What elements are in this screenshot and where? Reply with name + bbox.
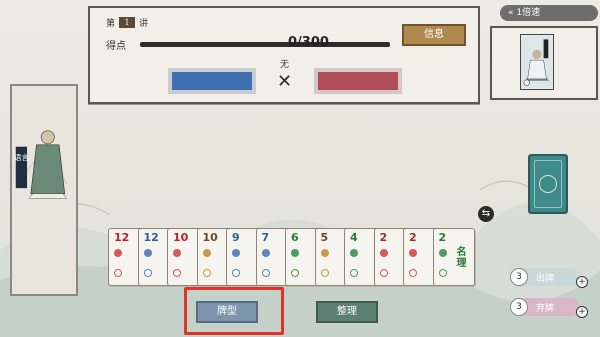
player-name-label: 语言 — [14, 152, 30, 162]
round-indicator: 第 1 讲 — [106, 16, 148, 29]
card-suit-icon — [202, 269, 211, 277]
card-suit-icon — [409, 249, 417, 257]
card-suit-icon — [202, 249, 211, 257]
card-number: 10 — [202, 231, 218, 244]
draw-deck[interactable] — [528, 154, 568, 214]
deck-back-icon — [534, 160, 562, 208]
card-suit-icon — [438, 249, 447, 257]
score-label: 得点 — [106, 41, 126, 52]
hand-card[interactable]: 2 名理 — [432, 228, 475, 286]
discard-count-button[interactable]: 3 弃牌 + — [510, 298, 588, 318]
opponent-panel — [490, 26, 598, 100]
card-suit-icon — [261, 269, 270, 277]
card-number: 2 — [379, 231, 388, 244]
chips-box — [168, 68, 256, 94]
card-suit-icon — [379, 249, 388, 257]
player-character[interactable]: 语言 — [10, 84, 78, 296]
card-number: 2 — [438, 231, 447, 244]
score-progress-bar — [140, 42, 390, 47]
card-suit-icon — [291, 269, 299, 277]
card-suit-icon — [350, 249, 358, 257]
round-prefix: 第 — [106, 19, 116, 29]
combo-none-label: 无 — [280, 60, 290, 70]
card-suit-icon — [261, 249, 270, 257]
round-suffix: 讲 — [139, 19, 149, 29]
card-suit-icon — [350, 269, 358, 277]
card-number: 12 — [143, 231, 159, 244]
card-name: 名理 — [456, 247, 467, 269]
card-number: 4 — [350, 231, 358, 244]
multiply-icon: ✕ — [277, 71, 293, 92]
card-suit-icon — [232, 269, 240, 277]
card-suit-icon — [409, 269, 417, 277]
discard-count: 3 — [510, 298, 528, 316]
speed-toggle[interactable]: « 1倍速 — [500, 5, 598, 21]
card-number: 6 — [291, 231, 299, 244]
add-play-icon[interactable]: + — [576, 276, 588, 288]
add-discard-icon[interactable]: + — [576, 306, 588, 318]
card-suit-icon — [173, 269, 181, 277]
card-suit-icon — [291, 249, 299, 257]
card-number: 9 — [232, 231, 240, 244]
multiplier-box — [314, 68, 402, 94]
card-suit-icon — [232, 249, 240, 257]
card-number: 10 — [173, 231, 189, 244]
info-button[interactable]: 信息 — [402, 24, 466, 46]
play-count-button[interactable]: 3 出牌 + — [510, 268, 588, 288]
hand-type-button[interactable]: 牌型 — [196, 301, 258, 323]
card-number: 2 — [409, 231, 417, 244]
chevron-icon: « — [508, 8, 514, 18]
card-number: 12 — [114, 231, 130, 244]
sort-button[interactable]: 整理 — [316, 301, 378, 323]
card-suit-icon — [114, 249, 122, 257]
round-number: 1 — [119, 17, 136, 28]
character-portrait-icon[interactable] — [520, 34, 554, 90]
discard-label: 弃牌 — [536, 304, 555, 314]
card-suit-icon — [143, 269, 152, 277]
swap-icon[interactable]: ⇆ — [478, 206, 494, 222]
score-panel: 第 1 讲 得点 0/300 信息 无 ✕ — [88, 6, 480, 104]
card-number: 5 — [320, 231, 329, 244]
card-suit-icon — [143, 249, 152, 257]
card-number: 7 — [261, 231, 270, 244]
score-progress-text: 0/300 — [288, 35, 329, 50]
card-suit-icon — [320, 269, 329, 277]
play-count: 3 — [510, 268, 528, 286]
speed-label: 1倍速 — [516, 8, 541, 18]
play-label: 出牌 — [536, 274, 555, 284]
card-suit-icon — [320, 249, 329, 257]
card-suit-icon — [438, 269, 447, 277]
card-suit-icon — [173, 249, 181, 257]
card-suit-icon — [114, 269, 122, 277]
card-suit-icon — [379, 269, 388, 277]
